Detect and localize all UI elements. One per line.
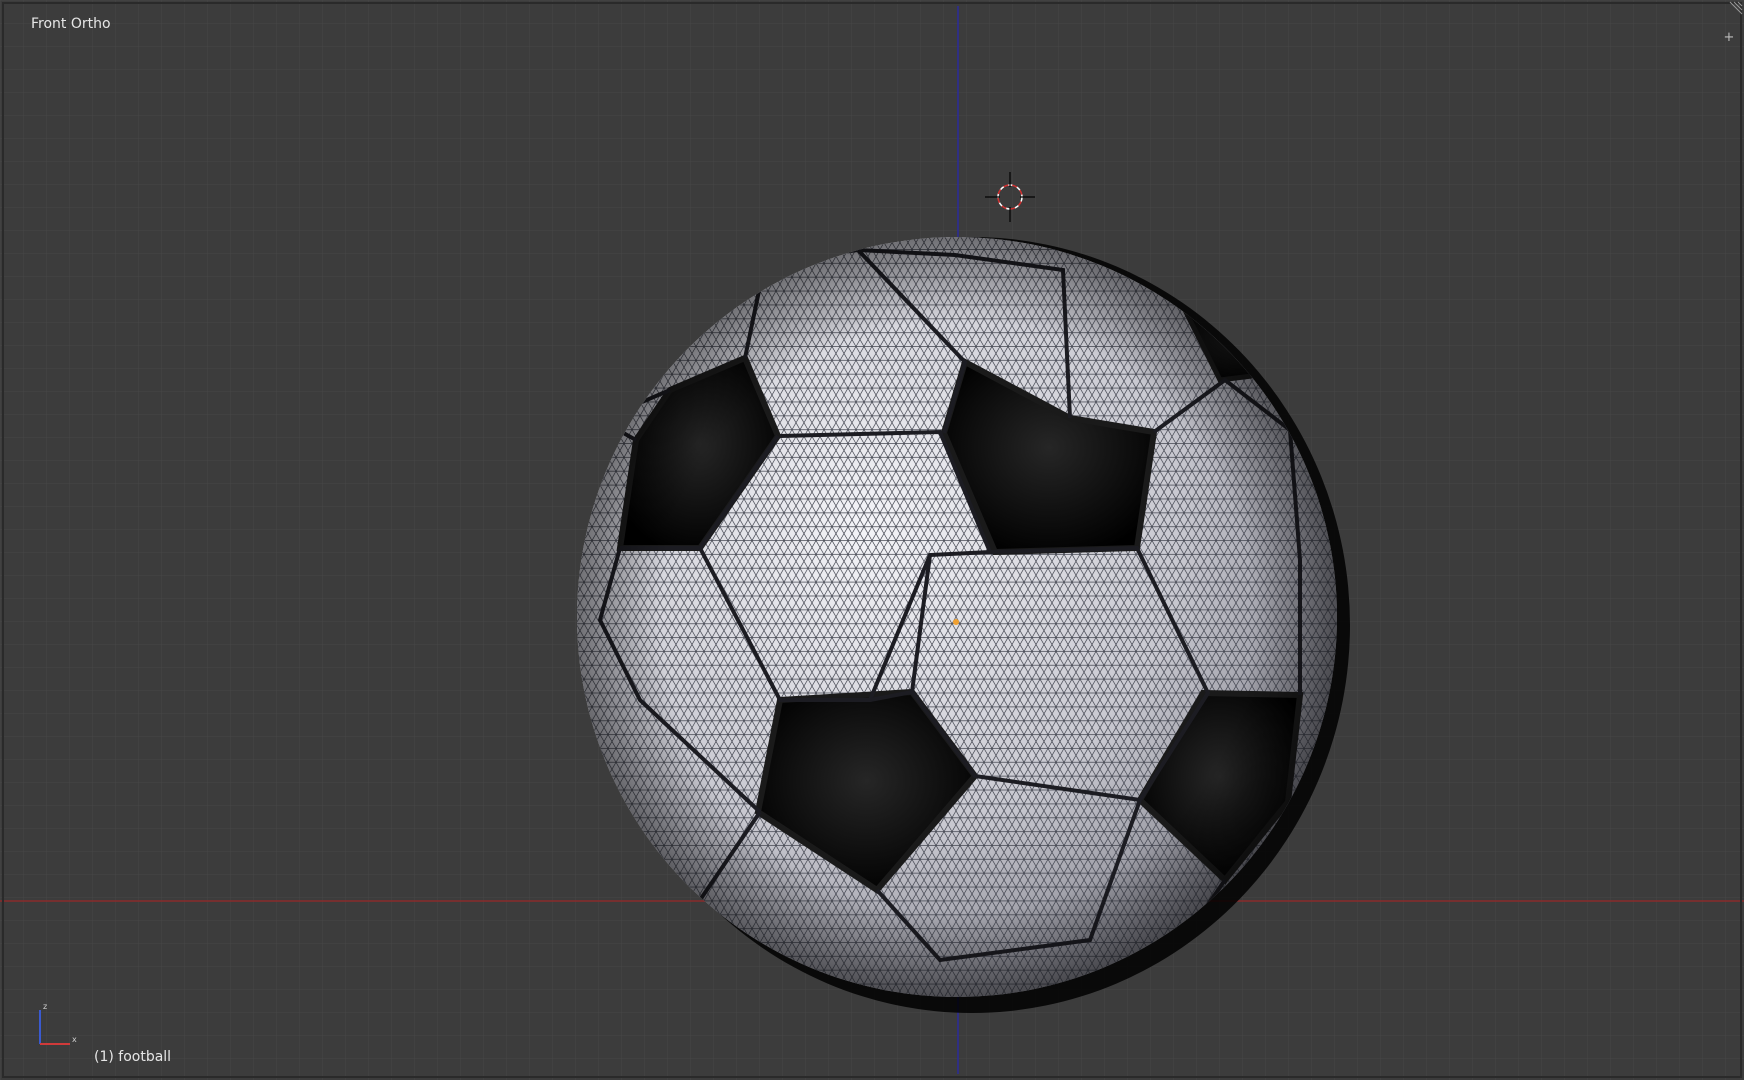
ball-edge-shading bbox=[577, 237, 1337, 997]
active-object-label: (1) football bbox=[94, 1049, 172, 1065]
view-name-label: Front Ortho bbox=[31, 16, 111, 32]
object-origin[interactable] bbox=[953, 619, 959, 625]
properties-expand-icon[interactable]: + bbox=[1722, 30, 1736, 46]
gizmo-z-glyph: z bbox=[43, 1002, 47, 1011]
area-split-corner-icon[interactable] bbox=[1722, 0, 1744, 22]
axis-orientation-gizmo: z x bbox=[30, 998, 82, 1050]
3d-viewport[interactable] bbox=[0, 0, 1744, 1080]
gizmo-x-glyph: x bbox=[72, 1035, 77, 1044]
